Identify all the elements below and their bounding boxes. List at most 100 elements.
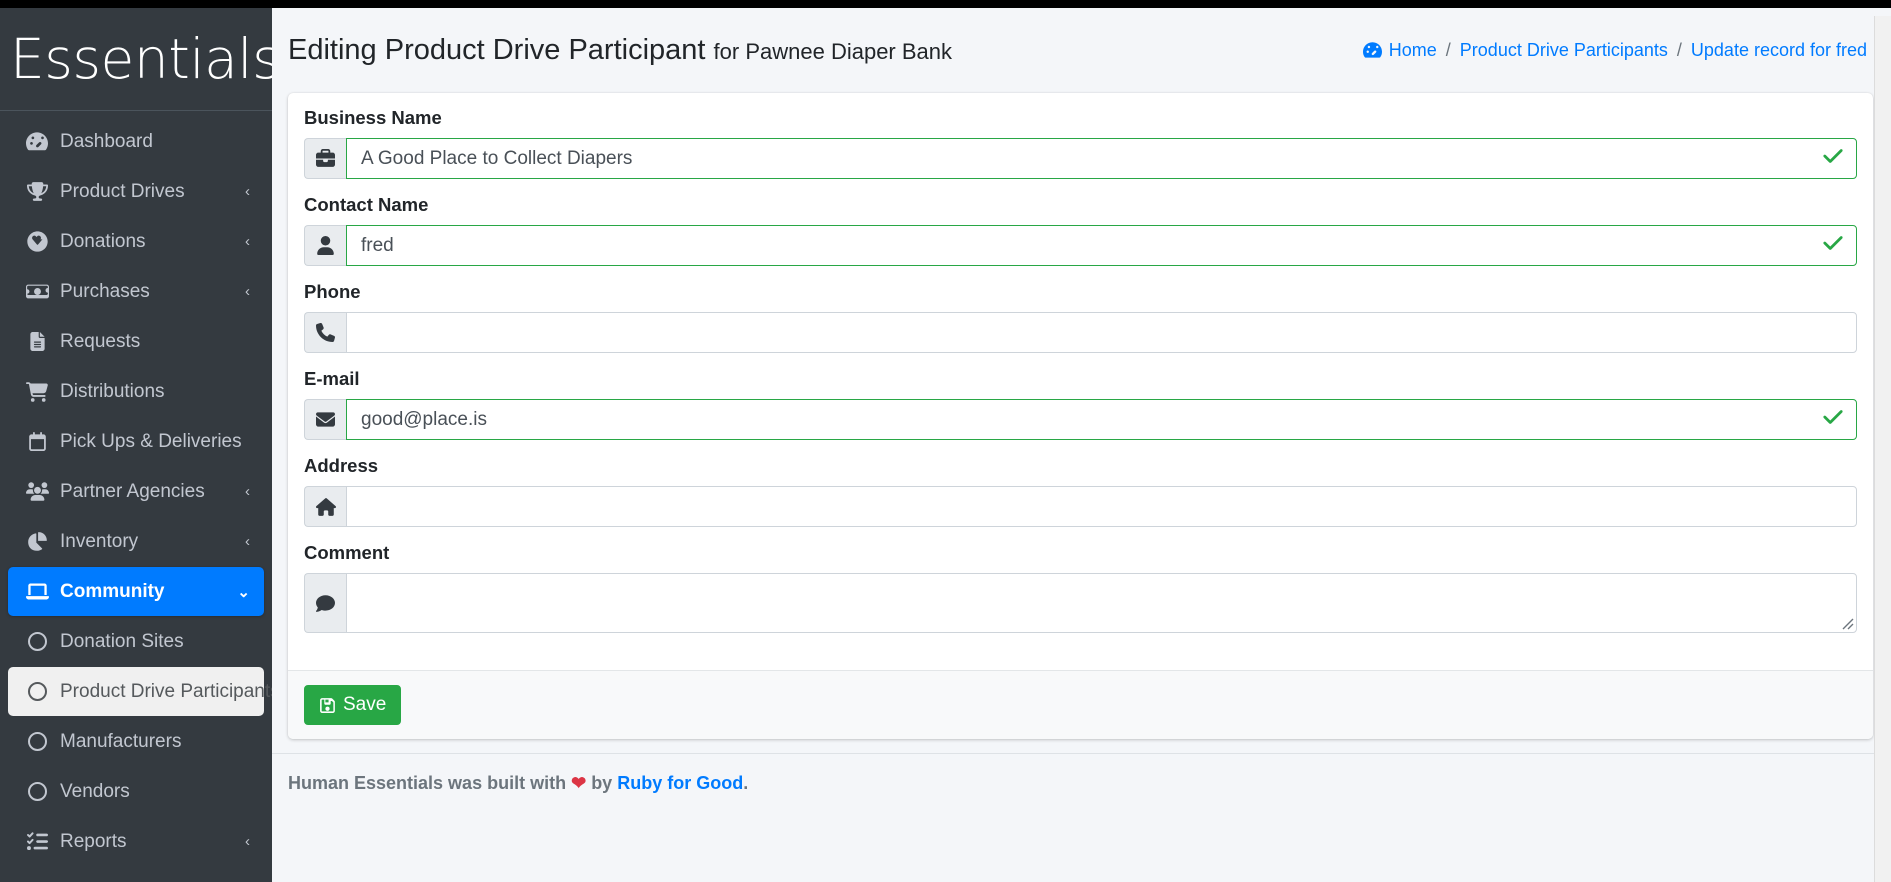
label-email: E-mail: [304, 368, 360, 389]
sidebar-item-requests[interactable]: Requests: [8, 317, 264, 366]
envelope-icon: [304, 399, 346, 440]
input-row-phone: [304, 312, 1857, 353]
form-group-email: E-mail good@place.is: [304, 368, 1857, 440]
sidebar-item-distributions[interactable]: Distributions: [8, 367, 264, 416]
valid-check-icon: [1822, 145, 1844, 173]
label-comment: Comment: [304, 542, 390, 563]
sidebar: Essentials Dashboard Product Drives ‹ Donat…: [0, 8, 272, 882]
sidebar-item-label: Distributions: [60, 380, 165, 402]
page-title-strong: Editing Product Drive Participant: [288, 34, 706, 66]
valid-check-icon: [1822, 232, 1844, 260]
sidebar-item-community[interactable]: Community ⌄: [8, 567, 264, 616]
chevron-icon: ‹: [245, 183, 250, 200]
circle-icon: [22, 682, 52, 701]
sidebar-item-label: Product Drives: [60, 180, 185, 202]
comment-icon: [304, 573, 346, 633]
footer-link-ruby-for-good[interactable]: Ruby for Good: [617, 773, 743, 793]
circle-icon: [22, 632, 52, 651]
form-group-phone: Phone: [304, 281, 1857, 353]
gauge-icon: [20, 131, 54, 153]
input-row-contact-name: fred: [304, 225, 1857, 266]
briefcase-icon: [304, 138, 346, 179]
file-lines-icon: [20, 332, 54, 351]
users-icon: [20, 480, 54, 503]
chevron-icon: ‹: [245, 283, 250, 300]
sidebar-item-label: Community: [60, 580, 165, 602]
sidebar-item-vendors[interactable]: Vendors: [8, 767, 264, 816]
breadcrumb-item-home[interactable]: Home: [1389, 40, 1437, 61]
breadcrumb-item-product-drive-participants[interactable]: Product Drive Participants: [1460, 40, 1668, 61]
sidebar-item-label: Reports: [60, 830, 127, 852]
sidebar-item-product-drives[interactable]: Product Drives ‹: [8, 167, 264, 216]
input-row-email: good@place.is: [304, 399, 1857, 440]
input-row-comment: [304, 573, 1857, 633]
brand-logo[interactable]: Essentials: [0, 8, 272, 111]
form-group-contact-name: Contact Name fred: [304, 194, 1857, 266]
sidebar-item-label: Vendors: [60, 780, 130, 802]
input-row-business-name: A Good Place to Collect Diapers: [304, 138, 1857, 179]
sidebar-item-donations[interactable]: Donations ‹: [8, 217, 264, 266]
save-button-label: Save: [343, 694, 387, 715]
business-name-input[interactable]: A Good Place to Collect Diapers: [346, 138, 1857, 179]
home-icon: [304, 486, 346, 527]
page-header: Editing Product Drive Participant for Pa…: [272, 8, 1891, 93]
form-fields: Business Name A Good Place to Collect Dia…: [288, 93, 1873, 670]
chevron-icon: ⌄: [237, 583, 250, 601]
sidebar-item-label: Requests: [60, 330, 141, 352]
page-title: Editing Product Drive Participant for Pa…: [288, 34, 952, 67]
phone-icon: [304, 312, 346, 353]
sidebar-item-label: Dashboard: [60, 130, 153, 152]
sidebar-item-inventory[interactable]: Inventory ‹: [8, 517, 264, 566]
sidebar-nav: Dashboard Product Drives ‹ Donations ‹ Purcha…: [0, 111, 272, 866]
sidebar-item-label: Donations: [60, 230, 146, 252]
circle-icon: [22, 782, 52, 801]
sidebar-item-manufacturers[interactable]: Manufacturers: [8, 717, 264, 766]
form-group-comment: Comment: [304, 542, 1857, 633]
footer-suffix: .: [743, 773, 749, 793]
email-input[interactable]: good@place.is: [346, 399, 1857, 440]
chevron-icon: ‹: [245, 833, 250, 850]
form-group-address: Address: [304, 455, 1857, 527]
contact-name-input[interactable]: fred: [346, 225, 1857, 266]
app-footer: Human Essentials was built with ❤ by Rub…: [272, 753, 1891, 813]
sidebar-item-label: Inventory: [60, 530, 139, 552]
brand-name: Essentials: [10, 26, 272, 91]
breadcrumb-item-update-record[interactable]: Update record for fred: [1691, 40, 1867, 61]
browser-top-strip: [0, 0, 1891, 8]
sidebar-item-dashboard[interactable]: Dashboard: [8, 117, 264, 166]
sidebar-item-product-drive-participants[interactable]: Product Drive Participants: [8, 667, 272, 716]
valid-check-icon: [1822, 406, 1844, 434]
sidebar-item-label: Manufacturers: [60, 730, 182, 752]
gauge-icon: [1362, 41, 1382, 60]
breadcrumb-separator: /: [1445, 40, 1451, 60]
chevron-icon: ‹: [245, 233, 250, 250]
save-button[interactable]: Save: [304, 685, 402, 725]
heart-icon: ❤: [571, 773, 587, 793]
sidebar-item-label: Product Drive Participants: [60, 680, 272, 702]
email-value: good@place.is: [361, 408, 487, 430]
phone-input[interactable]: [346, 312, 1857, 353]
sidebar-item-purchases[interactable]: Purchases ‹: [8, 267, 264, 316]
shopping-cart-icon: [20, 381, 54, 403]
sidebar-item-pick-ups-deliveries[interactable]: Pick Ups & Deliveries: [8, 417, 264, 466]
floppy-disk-icon: [319, 697, 336, 714]
form-footer: Save: [288, 670, 1873, 739]
money-bill-icon: [20, 280, 54, 303]
label-business-name: Business Name: [304, 107, 442, 128]
list-check-icon: [20, 831, 54, 852]
resize-handle[interactable]: [1840, 616, 1854, 630]
page-scrollbar[interactable]: [1874, 16, 1891, 882]
edit-form-card: Business Name A Good Place to Collect Dia…: [288, 93, 1873, 739]
sidebar-item-donation-sites[interactable]: Donation Sites: [8, 617, 264, 666]
address-input[interactable]: [346, 486, 1857, 527]
comment-textarea[interactable]: [346, 573, 1857, 633]
calendar-icon: [20, 432, 54, 451]
sidebar-item-reports[interactable]: Reports ‹: [8, 817, 264, 866]
input-row-address: [304, 486, 1857, 527]
heart-circle-icon: [20, 231, 54, 252]
chevron-icon: ‹: [245, 533, 250, 550]
label-contact-name: Contact Name: [304, 194, 429, 215]
breadcrumb: Home / Product Drive Participants / Upda…: [1362, 40, 1867, 61]
trophy-icon: [20, 181, 54, 202]
sidebar-item-partner-agencies[interactable]: Partner Agencies ‹: [8, 467, 264, 516]
